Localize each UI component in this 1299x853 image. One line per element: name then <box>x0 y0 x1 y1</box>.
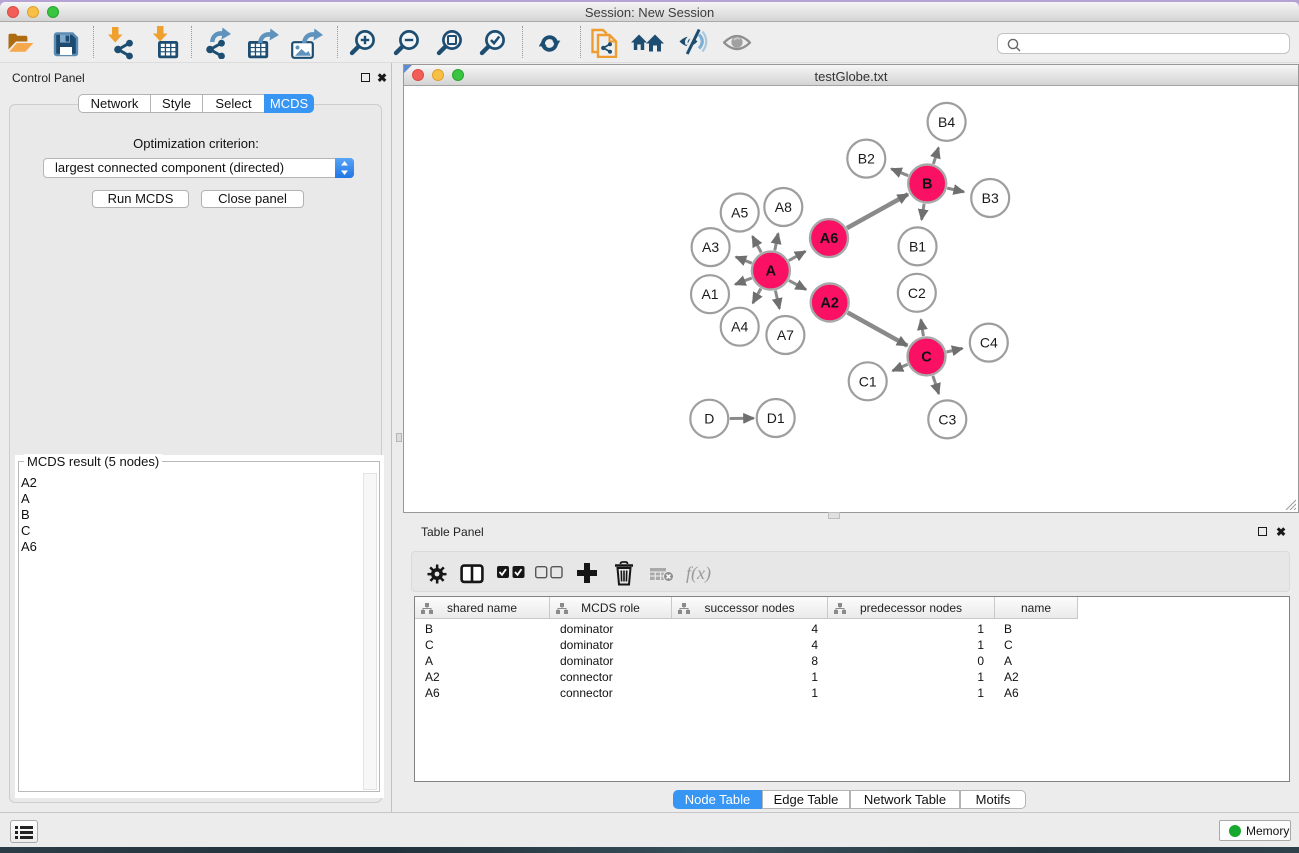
svg-text:A3: A3 <box>702 239 719 255</box>
svg-text:C3: C3 <box>938 411 956 427</box>
svg-text:B4: B4 <box>938 114 955 130</box>
svg-text:C2: C2 <box>908 285 926 301</box>
svg-text:D1: D1 <box>767 410 785 426</box>
svg-text:A7: A7 <box>777 327 794 343</box>
svg-text:B: B <box>922 177 932 193</box>
svg-text:C: C <box>921 349 932 365</box>
svg-text:A1: A1 <box>701 286 718 302</box>
svg-text:C4: C4 <box>980 335 998 351</box>
svg-text:C1: C1 <box>859 373 877 389</box>
svg-text:A6: A6 <box>820 231 839 247</box>
svg-text:B1: B1 <box>909 238 926 254</box>
svg-text:B2: B2 <box>858 151 875 167</box>
svg-text:A2: A2 <box>820 296 839 312</box>
svg-text:A5: A5 <box>731 205 748 221</box>
svg-text:A8: A8 <box>775 199 792 215</box>
svg-text:D: D <box>704 411 714 427</box>
svg-text:A: A <box>766 264 777 280</box>
svg-text:B3: B3 <box>982 190 999 206</box>
svg-text:A4: A4 <box>731 319 748 335</box>
